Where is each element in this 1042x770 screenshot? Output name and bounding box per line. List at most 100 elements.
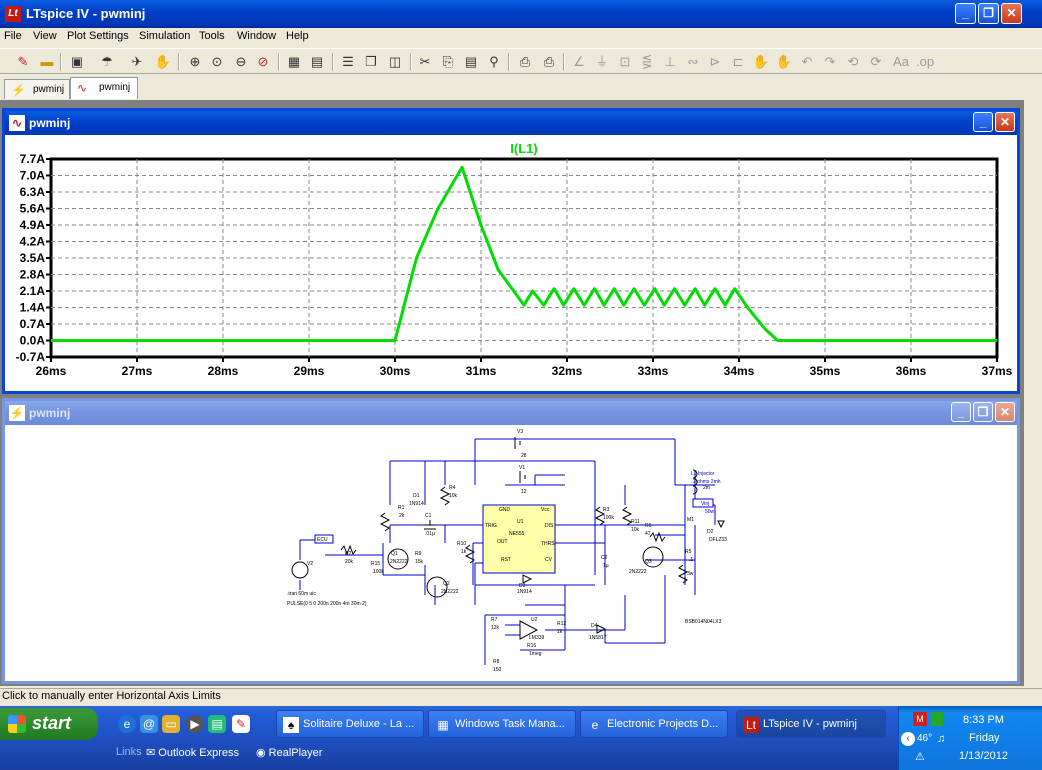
plot-minimize-button[interactable]: _ (973, 112, 993, 132)
y-tick-label: -0.7A (16, 350, 46, 364)
task-task-manager[interactable]: ▦ Windows Task Mana... (428, 710, 576, 738)
schematic-label: 2N2222 (390, 559, 408, 565)
run-icon[interactable]: ✈ (128, 53, 146, 71)
open-folder-icon[interactable]: ▬ (38, 53, 56, 71)
menu-file[interactable]: File (4, 30, 22, 42)
x-tick-label: 27ms (122, 364, 153, 378)
realplayer-link[interactable]: ◉ RealPlayer (256, 746, 322, 759)
schematic-label: V3 (517, 429, 523, 435)
paste-icon[interactable]: ▤ (462, 53, 480, 71)
minimize-button[interactable]: _ (955, 3, 976, 24)
volume-icon[interactable]: ♫ (937, 733, 949, 745)
schematic-window-title-bar[interactable]: ⚡ pwminj _ ❐ ✕ (5, 401, 1017, 425)
tab-waveform[interactable]: ∿ pwminj (70, 77, 138, 99)
component-icon[interactable]: ⊏ (729, 53, 747, 71)
menu-window[interactable]: Window (237, 30, 276, 42)
main-title-bar[interactable]: Lt LTspice IV - pwminj _ ❐ ✕ (0, 0, 1042, 28)
resistor-icon[interactable]: ⋚ (638, 53, 656, 71)
mirror-icon[interactable]: ⟳ (867, 53, 885, 71)
restore-button[interactable]: ❐ (978, 3, 999, 24)
task-ie[interactable]: e Electronic Projects D... (580, 710, 728, 738)
clock-time[interactable]: 8:33 PM (963, 714, 1004, 726)
schematic-label: C2 (601, 555, 608, 561)
explorer-quicklaunch-icon[interactable]: ▭ (162, 715, 180, 733)
move-icon[interactable]: ✋ (752, 53, 770, 71)
network-icon[interactable] (931, 712, 943, 726)
copy-icon[interactable]: ⎘ (439, 53, 457, 71)
capacitor-icon[interactable]: ⊥ (661, 53, 679, 71)
task-solitaire[interactable]: ♠ Solitaire Deluxe - La ... (276, 710, 424, 738)
schematic-label: R9 (415, 551, 422, 557)
menu-tools[interactable]: Tools (199, 30, 225, 42)
security-alert-icon[interactable]: ⚠ (915, 750, 929, 764)
zoom-out-icon[interactable]: ⊖ (232, 53, 250, 71)
schematic-label: 2N2222 (441, 589, 459, 595)
new-schematic-icon[interactable]: ✎ (14, 53, 32, 71)
y-tick-label: 0.0A (20, 334, 46, 348)
cascade-icon[interactable]: ❐ (362, 53, 380, 71)
paint-quicklaunch-icon[interactable]: ✎ (232, 715, 250, 733)
schematic-minimize-button[interactable]: _ (951, 402, 971, 422)
ie-quicklaunch-icon[interactable]: e (118, 715, 136, 733)
y-tick-label: 7.0A (20, 169, 46, 183)
zoom-in-icon[interactable]: ⊕ (186, 53, 204, 71)
y-tick-label: 1.4A (20, 301, 46, 315)
find-icon[interactable]: ⚲ (485, 53, 503, 71)
wire-icon[interactable]: ∠ (570, 53, 588, 71)
schematic-label: 50w (705, 509, 715, 515)
autorange-icon[interactable]: ▦ (285, 53, 303, 71)
waveform-icon: ∿ (9, 115, 25, 131)
tile-horizontal-icon[interactable]: ☰ (339, 53, 357, 71)
menu-help[interactable]: Help (286, 30, 309, 42)
save-icon[interactable]: ▣ (68, 53, 86, 71)
menu-bar: File View Plot Settings Simulation Tools… (0, 28, 1042, 46)
plot-close-button[interactable]: ✕ (995, 112, 1015, 132)
schematic-window[interactable]: ⚡ pwminj _ ❐ ✕ V3 28 V1 12 GND Vcc TRIG … (2, 398, 1020, 684)
outlook-express-link[interactable]: ✉ Outlook Express (146, 746, 239, 759)
ground-icon[interactable]: ⏚ (593, 53, 611, 71)
drag-icon[interactable]: ✋ (775, 53, 793, 71)
print-preview-icon[interactable]: ⎙ (516, 53, 534, 71)
close-button[interactable]: ✕ (1001, 3, 1022, 24)
media-player-quicklaunch-icon[interactable]: ▶ (186, 715, 204, 733)
text-icon[interactable]: Aa (892, 53, 910, 71)
outlook-quicklaunch-icon[interactable]: @ (140, 715, 158, 733)
menu-simulation[interactable]: Simulation (139, 30, 190, 42)
undo-icon[interactable]: ↶ (798, 53, 816, 71)
schematic-label: LM339 (529, 635, 545, 641)
redo-icon[interactable]: ↷ (821, 53, 839, 71)
links-toolbar-label: Links (116, 746, 142, 758)
menu-plot-settings[interactable]: Plot Settings (67, 30, 129, 42)
waveform-plot[interactable]: 26ms 27ms 28ms 29ms 30ms 31ms 32ms 33ms 34ms 35ms… (5, 135, 1017, 391)
schematic-maximize-button[interactable]: ❐ (973, 402, 993, 422)
rotate-icon[interactable]: ⟲ (844, 53, 862, 71)
menu-view[interactable]: View (33, 30, 57, 42)
schematic-canvas[interactable]: V3 28 V1 12 GND Vcc TRIG DIS OUT THRS RST CV U1 NE555… (5, 425, 1017, 681)
tray-expand-icon[interactable]: ‹ (901, 732, 915, 746)
plot-window-title-bar[interactable]: ∿ pwminj _ ❐ (5, 111, 1017, 135)
plot-window[interactable]: ∿ pwminj _ ❐ ✕ 26ms 27ms 28ms 29ms 30ms 31ms 3… (2, 108, 1020, 394)
fit-icon[interactable]: ▤ (308, 53, 326, 71)
print-icon[interactable]: ⎙ (540, 53, 558, 71)
control-panel-icon[interactable]: ☂ (98, 53, 116, 71)
trace-title: I(L1) (510, 141, 537, 156)
cut-icon[interactable]: ✂ (416, 53, 434, 71)
inductor-icon[interactable]: ∾ (684, 53, 702, 71)
schematic-close-button[interactable]: ✕ (995, 402, 1015, 422)
weather-temp[interactable]: 46° (917, 733, 932, 744)
show-desktop-icon[interactable]: ▤ (208, 715, 226, 733)
solitaire-icon: ♠ (283, 717, 299, 733)
zoom-area-icon[interactable]: ⊙ (208, 53, 226, 71)
schematic-label: R15 (371, 561, 380, 567)
label-net-icon[interactable]: ⊡ (616, 53, 634, 71)
start-button[interactable]: start (0, 708, 98, 740)
mcafee-icon[interactable]: M (913, 712, 927, 726)
diode-icon[interactable]: ⊳ (706, 53, 724, 71)
tab-schematic[interactable]: ⚡ pwminj (4, 79, 70, 99)
zoom-cancel-icon[interactable]: ⊘ (254, 53, 272, 71)
tile-vertical-icon[interactable]: ◫ (386, 53, 404, 71)
task-ltspice[interactable]: Lt LTspice IV - pwminj (736, 710, 886, 738)
halt-icon[interactable]: ✋ (154, 53, 172, 71)
spice-directive-icon[interactable]: .op (916, 53, 934, 71)
ltspice-app-icon[interactable]: Lt (5, 6, 21, 22)
